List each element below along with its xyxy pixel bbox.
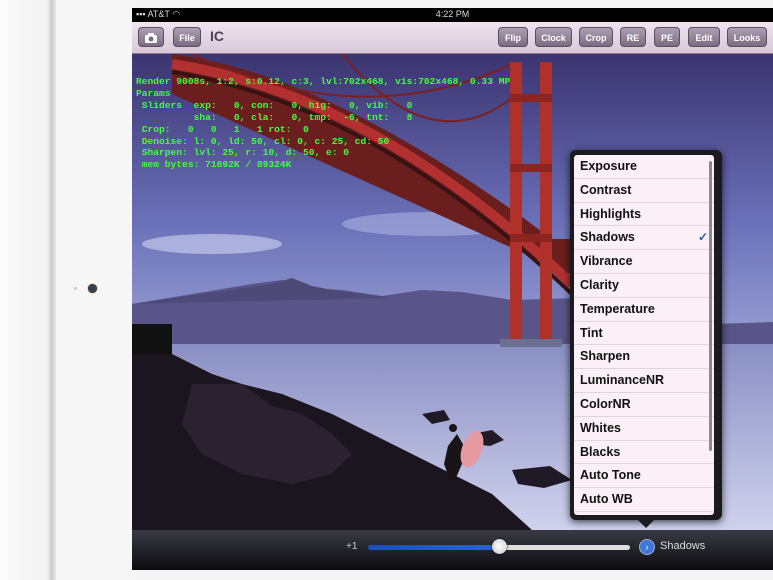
pe-button[interactable]: PE [654, 27, 680, 47]
overlay-line: sha: 0, cla: 0, tmp: -6, tnt: 8 [136, 111, 413, 123]
menu-item-luminancenr[interactable]: LuminanceNR [574, 369, 714, 393]
selected-adjustment-label[interactable]: Shadows [660, 540, 705, 552]
re-button[interactable]: RE [620, 27, 646, 47]
overlay-line: Params [136, 87, 171, 99]
adjustment-menu: Exposure Contrast Highlights Shadows ✓ Vi… [570, 150, 722, 528]
menu-item-blacks[interactable]: Blacks [574, 441, 714, 465]
clock-button[interactable]: Clock [535, 27, 572, 47]
home-button[interactable] [88, 284, 97, 293]
crop-button[interactable]: Crop [579, 27, 613, 47]
slider-thumb[interactable] [492, 539, 507, 554]
slider-min-label: +1 [346, 541, 358, 552]
camera-icon [145, 33, 157, 43]
menu-item-temperature[interactable]: Temperature [574, 298, 714, 322]
overlay-line: Sliders exp: 0, con: 0, hig: 0, vib: 0 [136, 99, 413, 111]
menu-item-contrast[interactable]: Contrast [574, 179, 714, 203]
menu-item-tint[interactable]: Tint [574, 322, 714, 346]
menu-item-vibrance[interactable]: Vibrance [574, 250, 714, 274]
menu-item-shadows[interactable]: Shadows ✓ [574, 226, 714, 251]
file-button[interactable]: File [173, 27, 201, 47]
menu-item-whites[interactable]: Whites [574, 417, 714, 441]
status-bar: ▪▪▪ AT&T ◠ 4:22 PM [132, 8, 773, 22]
camera-dot [74, 287, 77, 290]
menu-item-exposure[interactable]: Exposure [574, 155, 714, 179]
flip-button[interactable]: Flip [498, 27, 528, 47]
edit-button[interactable]: Edit [688, 27, 720, 47]
app-title: IC [210, 28, 224, 44]
looks-button[interactable]: Looks [727, 27, 767, 47]
debug-overlay: Render 9008s, 1:2, s:0.12, c:3, lvl:702x… [136, 76, 510, 171]
adjustment-menu-list: Exposure Contrast Highlights Shadows ✓ Vi… [574, 155, 714, 515]
overlay-line: mem bytes: 71692K / 89324K [136, 159, 292, 171]
overlay-line: Sharpen: lvl: 25, r: 10, d: 50, e: 0 [136, 147, 350, 159]
screen: ▪▪▪ AT&T ◠ 4:22 PM File IC Flip Clock Cr… [132, 8, 773, 570]
toolbar: File IC Flip Clock Crop RE PE Edit Looks [132, 22, 773, 54]
camera-button[interactable] [138, 27, 164, 47]
disclosure-icon[interactable]: › [639, 539, 655, 555]
menu-item-sharpen[interactable]: Sharpen [574, 345, 714, 370]
device-bezel-left [0, 0, 56, 580]
overlay-line: Denoise: l: 0, ld: 50, cl: 0, c: 25, cd:… [136, 135, 390, 147]
menu-item-colornr[interactable]: ColorNR [574, 393, 714, 417]
menu-item-auto-tone[interactable]: Auto Tone [574, 464, 714, 489]
menu-item-auto-wb[interactable]: Auto WB [574, 488, 714, 512]
slider-track-rest [502, 545, 630, 550]
menu-scrollbar[interactable] [709, 161, 712, 451]
checkmark-icon: ✓ [697, 230, 708, 245]
adjustment-bar: +1 › Shadows [132, 530, 773, 570]
overlay-line: Crop: 0 0 1 1 rot: 0 [136, 123, 309, 135]
status-time: 4:22 PM [435, 9, 470, 19]
popover-arrow [638, 520, 654, 528]
menu-item-highlights[interactable]: Highlights [574, 203, 714, 227]
menu-item-clarity[interactable]: Clarity [574, 274, 714, 298]
overlay-line: Render 9008s, 1:2, s:0.12, c:3, lvl:702x… [136, 76, 511, 87]
